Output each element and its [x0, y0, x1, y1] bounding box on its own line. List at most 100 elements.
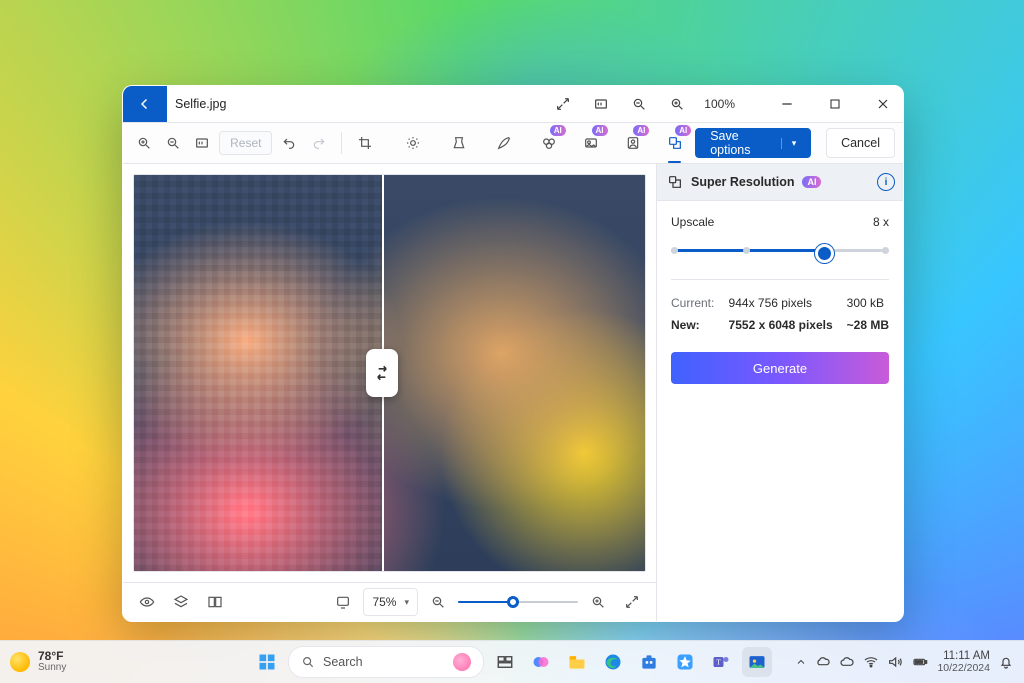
zoom-in-icon[interactable]	[662, 89, 692, 119]
explorer-icon[interactable]	[562, 647, 592, 677]
ai-badge: AI	[592, 125, 608, 136]
pixelated-overlay	[134, 175, 382, 571]
background-remove-icon[interactable]: AI	[578, 128, 603, 158]
window-close[interactable]	[863, 86, 903, 122]
tray-cloud-icon[interactable]	[839, 654, 855, 670]
erase-tool-icon[interactable]: AI	[536, 128, 561, 158]
svg-text:T: T	[716, 658, 721, 667]
window-minimize[interactable]	[767, 86, 807, 122]
new-dims: 7552 x 6048 pixels	[729, 318, 833, 332]
chevron-down-icon: ▾	[781, 138, 797, 149]
compare-split-handle[interactable]	[366, 349, 398, 397]
tray-volume-icon[interactable]	[887, 654, 903, 670]
taskbar-weather[interactable]: 78°F Sunny	[10, 650, 66, 674]
redo-icon[interactable]	[306, 128, 331, 158]
notifications-icon[interactable]	[998, 654, 1014, 670]
fullscreen-icon[interactable]	[618, 588, 646, 616]
super-resolution-header-icon	[667, 174, 683, 190]
back-button[interactable]	[123, 86, 167, 122]
info-icon[interactable]: i	[877, 173, 895, 191]
copilot-icon[interactable]	[526, 647, 556, 677]
editor-toolbar: Reset AI AI AI AI Save options ▾ Cancel	[123, 123, 903, 164]
weather-temp: 78°F	[38, 650, 66, 662]
zoom-out-button[interactable]	[424, 588, 452, 616]
save-options-label: Save options	[710, 129, 767, 157]
new-label: New:	[671, 318, 715, 332]
visibility-icon[interactable]	[133, 588, 161, 616]
ai-badge: AI	[633, 125, 649, 136]
portrait-blur-icon[interactable]: AI	[620, 128, 645, 158]
clock-time: 11:11 AM	[943, 650, 990, 662]
cancel-button[interactable]: Cancel	[826, 128, 895, 158]
task-view-icon[interactable]	[490, 647, 520, 677]
taskbar-tray: 11:11 AM 10/22/2024	[795, 650, 1014, 674]
undo-icon[interactable]	[276, 128, 301, 158]
current-size: 300 kB	[847, 296, 889, 310]
markup-icon[interactable]	[491, 128, 516, 158]
ai-badge: AI	[675, 125, 691, 136]
upscale-value: 8 x	[873, 215, 889, 229]
crop-icon[interactable]	[352, 128, 377, 158]
upscale-slider[interactable]	[671, 239, 889, 263]
zoom-slider[interactable]	[458, 594, 578, 610]
search-placeholder: Search	[323, 655, 363, 669]
fit-screen-icon[interactable]	[329, 588, 357, 616]
tool-zoom-in-icon[interactable]	[131, 128, 156, 158]
editor-content: 75% ▾ Super Resolution AI i U	[123, 164, 903, 621]
status-bar: 75% ▾	[123, 582, 656, 621]
reset-button[interactable]: Reset	[219, 131, 272, 155]
photos-editor-window: Selfie.jpg 100% Reset	[122, 85, 904, 622]
fit-ratio-icon[interactable]	[586, 89, 616, 119]
tool-fit-icon[interactable]	[190, 128, 215, 158]
upscale-label: Upscale	[671, 215, 714, 229]
taskbar: 78°F Sunny Search T	[0, 640, 1024, 683]
super-resolution-icon[interactable]: AI	[662, 128, 687, 158]
zoom-value: 75%	[372, 595, 396, 609]
tool-zoom-out-icon[interactable]	[160, 128, 185, 158]
edge-icon[interactable]	[598, 647, 628, 677]
clock-date: 10/22/2024	[937, 662, 990, 674]
adjust-light-icon[interactable]	[401, 128, 426, 158]
super-resolution-panel: Super Resolution AI i Upscale 8 x	[656, 164, 903, 621]
start-button[interactable]	[252, 647, 282, 677]
save-options-button[interactable]: Save options ▾	[695, 128, 811, 158]
size-info: Current: 944x 756 pixels 300 kB New: 755…	[671, 296, 889, 332]
file-name: Selfie.jpg	[175, 97, 226, 111]
tray-chevron-icon[interactable]	[795, 656, 807, 668]
titlebar-zoom-label: 100%	[704, 97, 735, 111]
ai-badge: AI	[550, 125, 566, 136]
panel-header: Super Resolution AI i	[657, 164, 903, 201]
filter-icon[interactable]	[446, 128, 471, 158]
taskbar-clock[interactable]: 11:11 AM 10/22/2024	[937, 650, 990, 674]
panel-title: Super Resolution	[691, 175, 794, 189]
zoom-out-icon[interactable]	[624, 89, 654, 119]
title-bar: Selfie.jpg 100%	[123, 86, 903, 123]
current-dims: 944x 756 pixels	[729, 296, 833, 310]
image-canvas[interactable]	[133, 174, 646, 572]
search-icon	[301, 655, 315, 669]
window-maximize[interactable]	[815, 86, 855, 122]
tray-wifi-icon[interactable]	[863, 654, 879, 670]
zoom-in-button[interactable]	[584, 588, 612, 616]
canvas-area: 75% ▾	[123, 164, 656, 621]
photos-app-icon[interactable]	[742, 647, 772, 677]
app-icon[interactable]	[670, 647, 700, 677]
tray-onedrive-icon[interactable]	[815, 654, 831, 670]
compare-icon[interactable]	[201, 588, 229, 616]
ai-badge: AI	[802, 176, 821, 188]
taskbar-center: Search T	[252, 646, 772, 678]
new-size: ~28 MB	[847, 318, 889, 332]
teams-icon[interactable]: T	[706, 647, 736, 677]
layers-icon[interactable]	[167, 588, 195, 616]
tray-battery-icon[interactable]	[911, 654, 929, 670]
generate-button[interactable]: Generate	[671, 352, 889, 384]
store-icon[interactable]	[634, 647, 664, 677]
expand-icon[interactable]	[548, 89, 578, 119]
weather-sun-icon	[10, 652, 30, 672]
weather-cond: Sunny	[38, 662, 66, 674]
current-label: Current:	[671, 296, 715, 310]
zoom-dropdown[interactable]: 75% ▾	[363, 588, 418, 616]
taskbar-search[interactable]: Search	[288, 646, 484, 678]
chevron-down-icon: ▾	[404, 597, 409, 608]
divider	[671, 279, 889, 280]
